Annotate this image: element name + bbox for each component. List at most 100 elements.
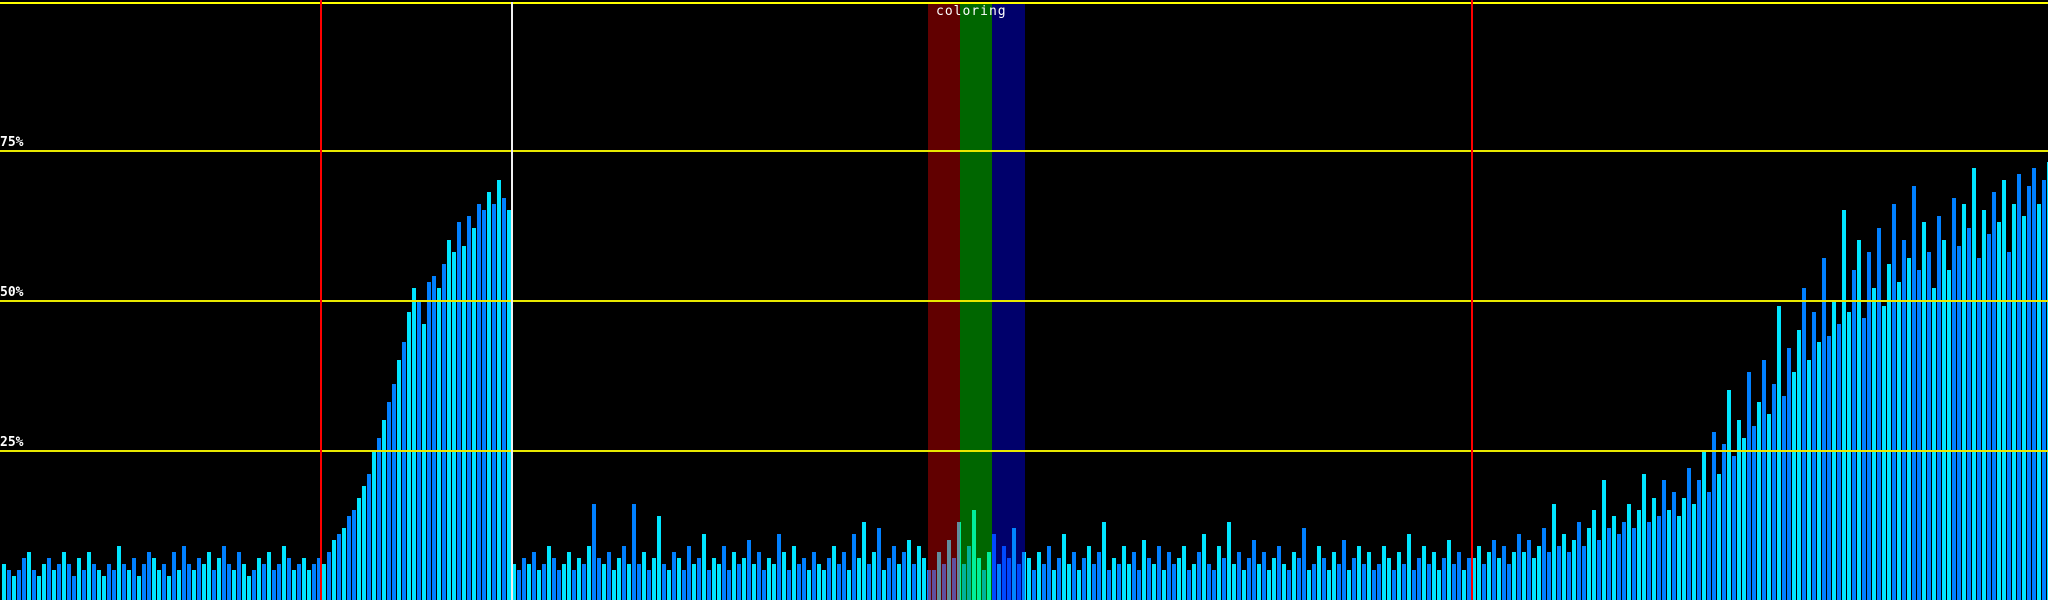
bar [492, 204, 496, 600]
bar [1582, 546, 1586, 600]
bar [1637, 510, 1641, 600]
bar [337, 534, 341, 600]
bar [1862, 318, 1866, 600]
bar [862, 522, 866, 600]
bar [1517, 534, 1521, 600]
bar [387, 402, 391, 600]
bar [1452, 564, 1456, 600]
bar [1227, 522, 1231, 600]
bar [182, 546, 186, 600]
bar [562, 564, 566, 600]
bar [207, 552, 211, 600]
bar [752, 564, 756, 600]
bar [342, 528, 346, 600]
bar [362, 486, 366, 600]
top-border-line [0, 2, 2048, 4]
bar [1677, 516, 1681, 600]
bar [1507, 564, 1511, 600]
bar [702, 534, 706, 600]
bar [1542, 528, 1546, 600]
bar [542, 564, 546, 600]
coloring-band-green [960, 4, 992, 600]
bar [1592, 510, 1596, 600]
bar [627, 564, 631, 600]
bar [1317, 546, 1321, 600]
bar [1622, 522, 1626, 600]
bar [392, 384, 396, 600]
bar [432, 276, 436, 600]
bar [377, 438, 381, 600]
bar [1612, 516, 1616, 600]
bar [1847, 312, 1851, 600]
bar [1232, 564, 1236, 600]
bar [102, 576, 106, 600]
bar [1122, 546, 1126, 600]
bar [1747, 372, 1751, 600]
bar [1462, 570, 1466, 600]
bar [1102, 522, 1106, 600]
bar [1737, 420, 1741, 600]
bar [1132, 552, 1136, 600]
bar [722, 546, 726, 600]
bar [2017, 174, 2021, 600]
bar [1627, 504, 1631, 600]
bar [1412, 570, 1416, 600]
bar [727, 570, 731, 600]
bar [697, 558, 701, 600]
bar [1527, 540, 1531, 600]
bar [27, 552, 31, 600]
bar [452, 252, 456, 600]
bar [1577, 522, 1581, 600]
bar [1512, 552, 1516, 600]
bar [1987, 234, 1991, 600]
bar [487, 192, 491, 600]
bar [382, 420, 386, 600]
bar [642, 552, 646, 600]
bar [1502, 546, 1506, 600]
bar [477, 204, 481, 600]
bar [657, 516, 661, 600]
bar [1387, 558, 1391, 600]
bar [1357, 546, 1361, 600]
bar [1242, 570, 1246, 600]
bar [1302, 528, 1306, 600]
bar [1802, 288, 1806, 600]
bar [502, 198, 506, 600]
bar [217, 558, 221, 600]
bar [742, 558, 746, 600]
bar [897, 564, 901, 600]
bar [37, 576, 41, 600]
bar [412, 288, 416, 600]
bar [1947, 270, 1951, 600]
bar [1742, 438, 1746, 600]
bar [1702, 450, 1706, 600]
bar [367, 474, 371, 600]
bar [1877, 228, 1881, 600]
bar [267, 552, 271, 600]
bar [682, 570, 686, 600]
bar [1117, 564, 1121, 600]
bar [2027, 186, 2031, 600]
bar [1762, 360, 1766, 600]
bar [1432, 552, 1436, 600]
bar [1267, 570, 1271, 600]
bar [1557, 546, 1561, 600]
bar [1077, 570, 1081, 600]
bar [1032, 570, 1036, 600]
bar [1417, 558, 1421, 600]
bar [812, 552, 816, 600]
bar [52, 570, 56, 600]
bar [167, 576, 171, 600]
bar [437, 288, 441, 600]
bar [1532, 558, 1536, 600]
bar [1962, 204, 1966, 600]
bar [1262, 552, 1266, 600]
bar [922, 558, 926, 600]
bar [832, 546, 836, 600]
bar [882, 570, 886, 600]
bar [422, 324, 426, 600]
bar [1902, 240, 1906, 600]
bar [1167, 552, 1171, 600]
bar [1372, 570, 1376, 600]
bar [892, 546, 896, 600]
